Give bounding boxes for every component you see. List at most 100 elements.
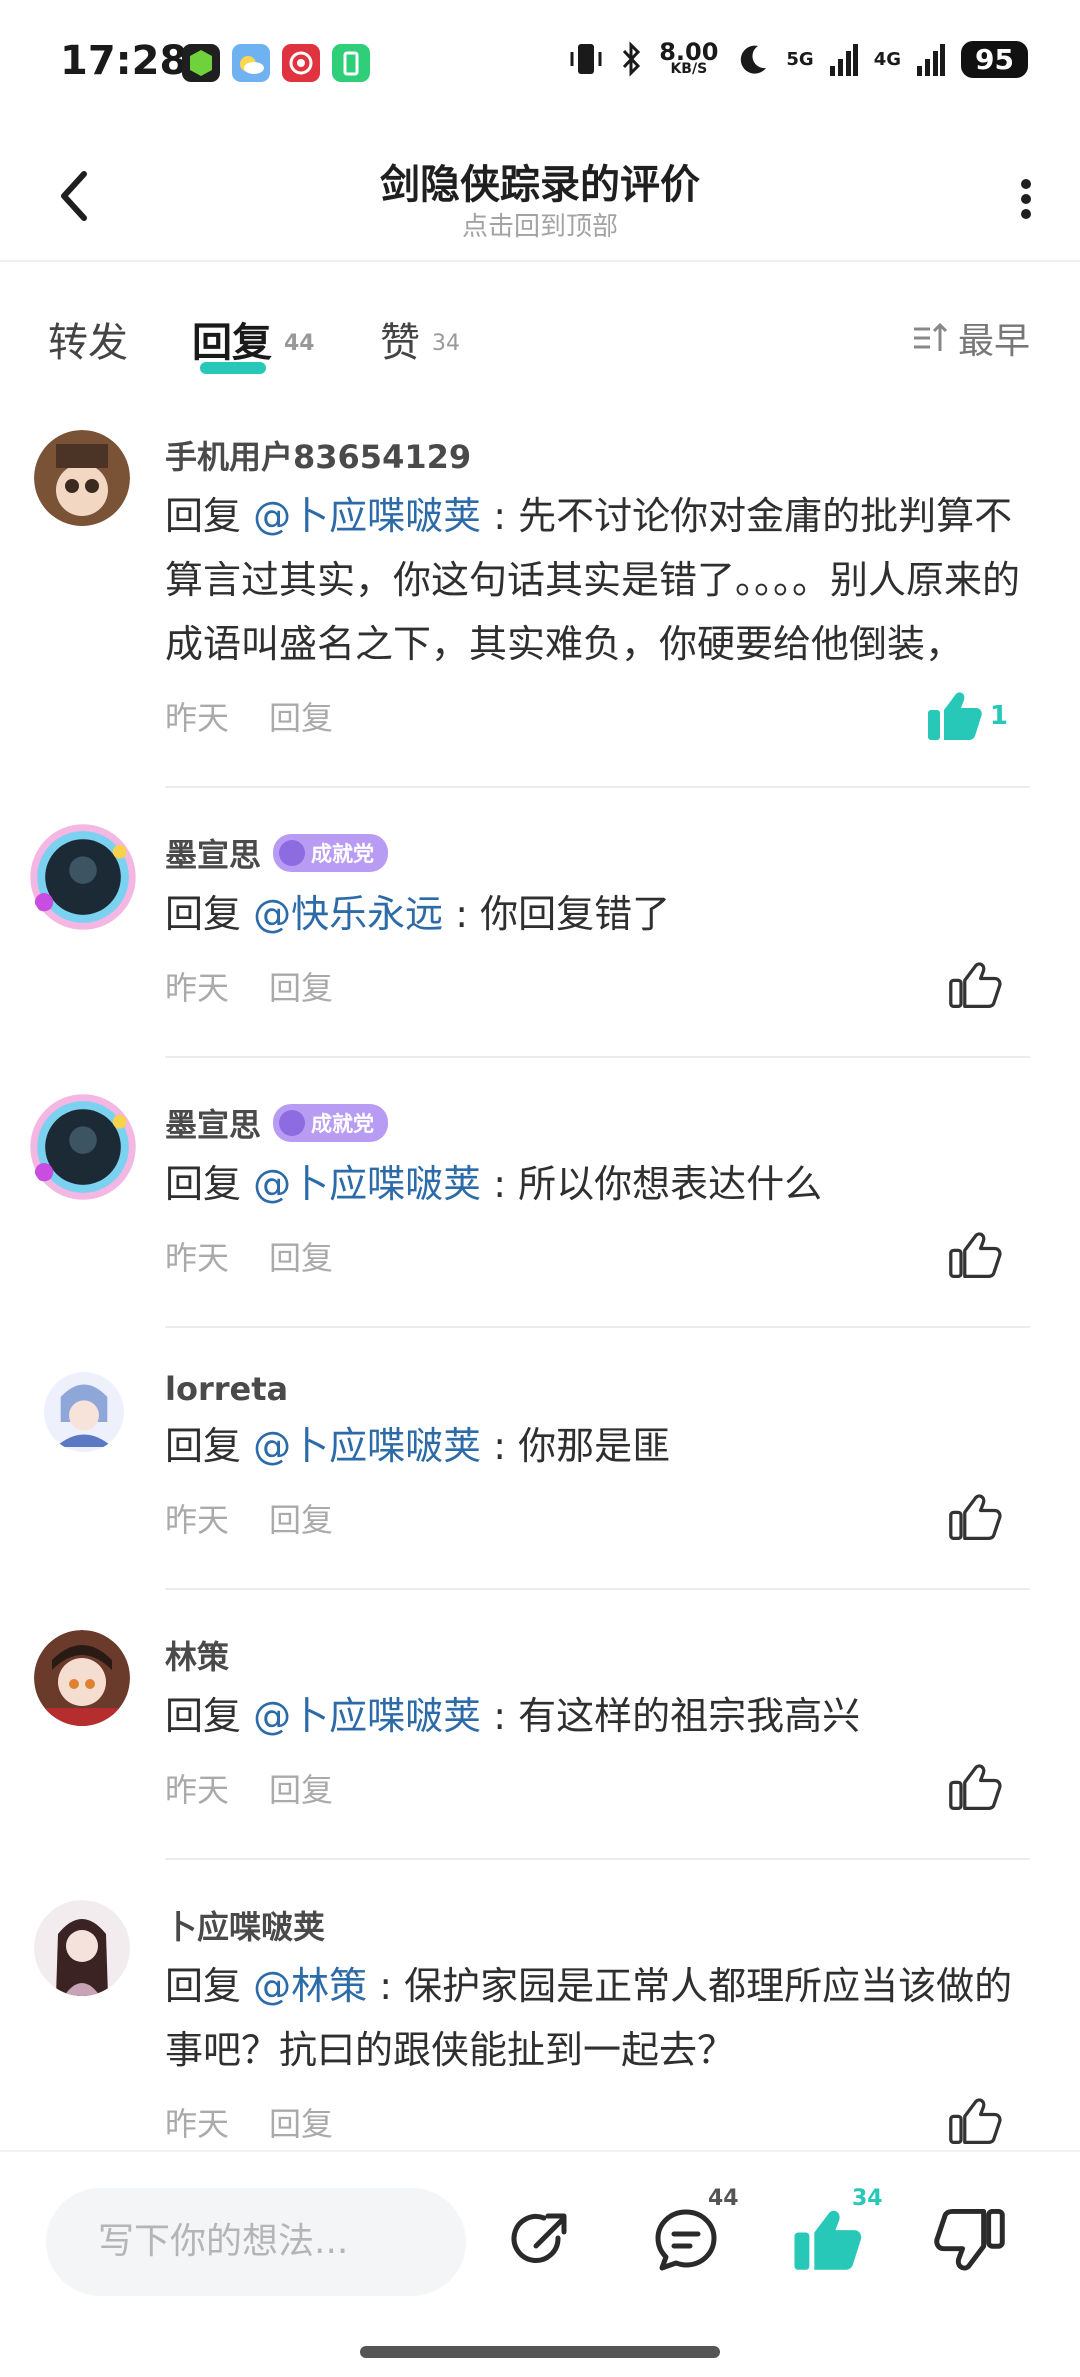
username[interactable]: 墨宣思 成就党 [165,818,1030,876]
thumbs-up-filled-icon [927,692,982,740]
notification-icons [182,44,370,82]
more-options-icon[interactable] [1016,174,1036,224]
comment-actions: 昨天 回复 [165,2082,1030,2150]
divider [165,1858,1030,1860]
mention-link[interactable]: @快乐永远 [253,892,443,936]
like-button[interactable] [948,2096,1008,2146]
username[interactable]: 林策 [165,1620,1030,1678]
reply-button[interactable]: 回复 [269,1495,333,1541]
thumbs-up-filled-icon[interactable] [792,2204,864,2276]
tab-likes[interactable]: 赞 34 [380,310,460,368]
app-notification-icon [282,44,320,82]
like-button[interactable] [948,1230,1008,1280]
comment-list[interactable]: 手机用户83654129 回复 @卜应喋啵荚 : 先不讨论你对金庸的批判算不算言… [0,420,1080,2150]
moon-icon [741,45,767,74]
comment-item: 墨宣思 成就党 回复 @卜应喋啵荚 : 所以你想表达什么 昨天 回复 [0,1088,1080,1328]
avatar[interactable] [28,1092,138,1202]
divider [165,1056,1030,1058]
battery-level: 95 [961,40,1028,78]
status-time: 17:28 [60,38,188,84]
like-count: 1 [989,701,1008,731]
signal-icon [917,44,946,76]
bottom-action-bar: 写下你的想法... 44 34 [0,2150,1080,2377]
bluetooth-icon [623,41,641,77]
reply-button[interactable]: 回复 [269,1765,333,1811]
comment-input[interactable]: 写下你的想法... [46,2188,466,2296]
mention-link[interactable]: @卜应喋啵荚 [253,1694,481,1738]
mention-link[interactable]: @林策 [253,1964,367,2008]
comment-actions: 昨天 回复 [165,1748,1030,1828]
comment-count: 44 [708,2186,739,2211]
comment-item: 墨宣思 成就党 回复 @快乐永远 : 你回复错了 昨天 回复 [0,818,1080,1058]
avatar[interactable] [28,822,138,932]
reply-button[interactable]: 回复 [269,963,333,1009]
username[interactable]: 卜应喋啵荚 [165,1890,1030,1948]
battery-saver-icon [332,44,370,82]
username[interactable]: 手机用户83654129 [165,420,1030,478]
mention-link[interactable]: @卜应喋啵荚 [253,494,481,538]
avatar[interactable] [34,1900,130,1996]
vibrate-icon [570,44,602,74]
comment-time: 昨天 [165,1239,230,1277]
signal-5g-label: 5G [786,48,814,70]
comment-text[interactable]: 回复 @林策 : 保护家园是正常人都理所应当该做的事吧？抗曰的跟侠能扯到一起去？ [165,1954,1030,2082]
comment-time: 昨天 [165,699,230,737]
avatar[interactable] [34,1630,130,1726]
comment-icon[interactable] [650,2204,722,2276]
mention-link[interactable]: @卜应喋啵荚 [253,1162,481,1206]
share-icon[interactable] [506,2204,578,2276]
tab-replies[interactable]: 回复 44 [192,310,315,374]
net-speed: 8.00 KB/S [659,38,719,77]
thumbs-up-icon [949,1764,1002,1811]
reply-button[interactable]: 回复 [269,1233,333,1279]
like-count: 34 [852,2186,883,2211]
thumbs-up-icon [949,1494,1002,1541]
comment-text[interactable]: 回复 @快乐永远 : 你回复错了 [165,882,1030,946]
achievement-badge[interactable]: 成就党 [273,1104,389,1142]
page-title[interactable]: 剑隐侠踪录的评价 [0,152,1080,210]
tab-count: 44 [284,331,315,356]
comment-actions: 昨天 回复 [165,1478,1030,1558]
divider [165,786,1030,788]
status-bar: 17:28 8.00 KB/S 5G 4G 95 [0,0,1080,130]
comment-actions: 昨天 回复 1 [165,676,1030,756]
home-indicator[interactable] [360,2346,720,2358]
comment-text[interactable]: 回复 @卜应喋啵荚 : 你那是匪 [165,1414,1030,1478]
comment-item: 林策 回复 @卜应喋啵荚 : 有这样的祖宗我高兴 昨天 回复 [0,1620,1080,1860]
username[interactable]: 墨宣思 成就党 [165,1088,1030,1146]
app-notification-icon [182,44,220,82]
like-button[interactable]: 1 [926,690,1008,742]
like-button[interactable] [948,1492,1008,1542]
username[interactable]: lorreta [165,1358,1030,1408]
reply-button[interactable]: 回复 [269,693,333,739]
thumbs-up-icon [949,1232,1002,1279]
comment-time: 昨天 [165,1771,230,1809]
comment-text[interactable]: 回复 @卜应喋啵荚 : 所以你想表达什么 [165,1152,1030,1216]
status-right: 8.00 KB/S 5G 4G 95 [569,40,1028,78]
comment-time: 昨天 [165,1501,230,1539]
sort-icon [913,322,948,351]
comment-text[interactable]: 回复 @卜应喋啵荚 : 有这样的祖宗我高兴 [165,1684,1030,1748]
comment-text[interactable]: 回复 @卜应喋啵荚 : 先不讨论你对金庸的批判算不算言过其实，你这句话其实是错了… [165,484,1030,676]
mention-link[interactable]: @卜应喋啵荚 [253,1424,481,1468]
comment-item: 手机用户83654129 回复 @卜应喋啵荚 : 先不讨论你对金庸的批判算不算言… [0,420,1080,788]
thumbs-up-icon [949,962,1002,1009]
sort-toggle[interactable]: 最早 [912,312,1030,364]
reply-button[interactable]: 回复 [269,2099,333,2145]
scroll-to-top-hint[interactable]: 点击回到顶部 [0,206,1080,243]
avatar[interactable] [44,1372,124,1452]
comment-item: 卜应喋啵荚 回复 @林策 : 保护家园是正常人都理所应当该做的事吧？抗曰的跟侠能… [0,1890,1080,2150]
avatar[interactable] [34,430,130,526]
comment-time: 昨天 [165,2105,230,2143]
trophy-icon [279,1110,306,1136]
like-button[interactable] [948,960,1008,1010]
like-button[interactable] [948,1762,1008,1812]
tab-count: 34 [432,331,460,356]
achievement-badge[interactable]: 成就党 [273,834,389,872]
tab-repost[interactable]: 转发 [48,310,128,368]
header: 剑隐侠踪录的评价 点击回到顶部 [0,130,1080,262]
thumbs-down-icon[interactable] [934,2204,1006,2276]
comment-actions: 昨天 回复 [165,946,1030,1026]
signal-4g-label: 4G [873,48,902,70]
comment-item: lorreta 回复 @卜应喋啵荚 : 你那是匪 昨天 回复 [0,1358,1080,1590]
